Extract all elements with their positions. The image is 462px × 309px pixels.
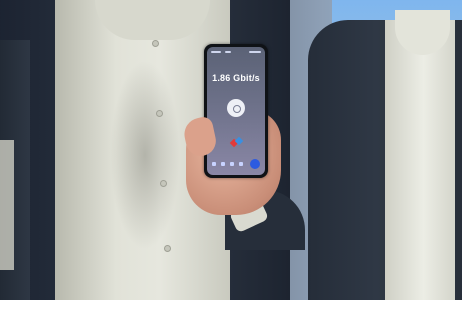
shirt-button bbox=[164, 245, 171, 252]
status-bar bbox=[211, 50, 261, 55]
shirt-button bbox=[160, 180, 167, 187]
speed-readout: 1.86 Gbit/s bbox=[212, 73, 260, 83]
speedtest-gauge-icon bbox=[227, 99, 245, 117]
nav-settings-icon[interactable] bbox=[239, 162, 243, 166]
shirt-shadow bbox=[110, 60, 180, 250]
brand-logo-icon bbox=[229, 136, 244, 148]
image-border bbox=[0, 300, 462, 309]
phone-screen: 1.86 Gbit/s bbox=[207, 47, 265, 175]
nav-results-icon[interactable] bbox=[221, 162, 225, 166]
photo-scene: 1.86 Gbit/s bbox=[0, 0, 462, 309]
shirt-button bbox=[152, 40, 159, 47]
nav-home-icon[interactable] bbox=[212, 162, 216, 166]
lanyard-badge bbox=[0, 140, 14, 270]
start-test-button[interactable] bbox=[250, 159, 260, 169]
shirt-button bbox=[156, 110, 163, 117]
nav-map-icon[interactable] bbox=[230, 162, 234, 166]
right-person-shirt bbox=[385, 20, 455, 309]
